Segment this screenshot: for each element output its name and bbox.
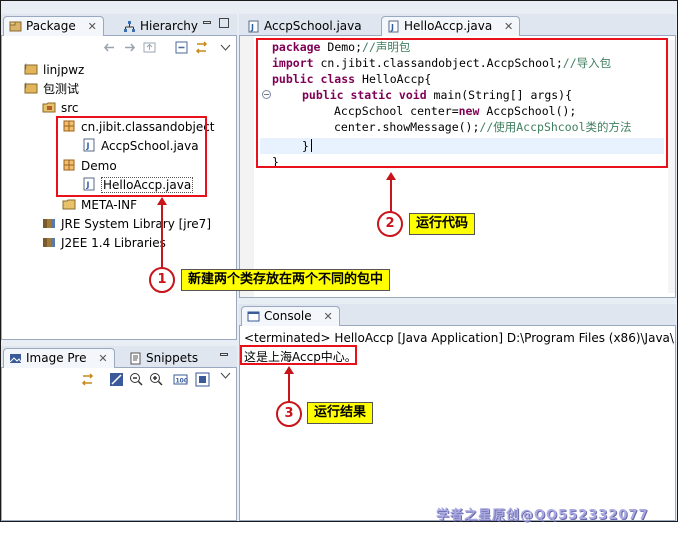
tree-item-j2ee-library[interactable]: J2EE 1.4 Libraries — [42, 235, 166, 252]
overview-ruler — [668, 40, 675, 293]
tab-label: Image Pre — [26, 351, 87, 365]
tab-label: AccpSchool.java — [264, 19, 362, 33]
tree-item-src[interactable]: src — [42, 100, 79, 117]
view-menu-icon[interactable] — [218, 368, 233, 383]
annotation-box-output — [240, 345, 357, 365]
folder-icon — [62, 199, 76, 210]
collapse-all-icon[interactable] — [174, 40, 189, 55]
tree-item-label: J2EE 1.4 Libraries — [61, 236, 166, 250]
svg-text:100: 100 — [176, 378, 189, 385]
callout-number-2: 2 — [377, 211, 403, 237]
package-explorer-icon — [9, 21, 22, 32]
link-with-editor-icon[interactable] — [80, 372, 95, 387]
editor-gutter — [240, 36, 254, 297]
zoom-out-icon[interactable] — [129, 372, 144, 387]
fit-window-icon[interactable] — [195, 372, 210, 387]
tree-item-label: JRE System Library [jre7] — [61, 217, 211, 231]
fit-image-icon[interactable] — [109, 372, 124, 387]
java-file-icon: J — [248, 20, 259, 33]
svg-text:J: J — [390, 23, 394, 32]
tab-label: Snippets — [146, 351, 199, 365]
tree-item-project-package-test[interactable]: J 包测试 — [24, 81, 79, 98]
annotation-line-1 — [161, 204, 163, 268]
up-icon[interactable] — [142, 40, 157, 55]
annotation-line-3 — [288, 373, 290, 402]
tab-helloaccp-java[interactable]: J HelloAccp.java ✕ — [381, 16, 521, 36]
editor-tabbar: J AccpSchool.java J HelloAccp.java ✕ — [239, 14, 676, 36]
console-tabbar: Console ✕ — [239, 304, 676, 326]
tab-label: Console — [264, 309, 312, 323]
tab-label: HelloAccp.java — [404, 19, 493, 33]
annotation-box-packages — [56, 116, 207, 197]
tab-hierarchy[interactable]: Hierarchy — [117, 16, 205, 36]
close-icon[interactable]: ✕ — [98, 352, 107, 365]
java-file-icon: J — [388, 20, 399, 33]
maximize-icon[interactable] — [219, 18, 229, 28]
package-explorer-toolbar — [102, 40, 232, 56]
hierarchy-icon — [124, 21, 135, 32]
library-icon — [43, 238, 55, 247]
close-icon[interactable]: ✕ — [88, 20, 97, 33]
callout-number-3: 3 — [276, 401, 302, 427]
forward-icon[interactable] — [122, 40, 137, 55]
close-icon[interactable]: ✕ — [323, 310, 332, 323]
minimize-icon[interactable] — [219, 350, 229, 360]
image-preview-panel: 100 — [1, 368, 237, 521]
tab-label: Hierarchy — [140, 19, 199, 33]
link-with-editor-icon[interactable] — [194, 40, 209, 55]
image-preview-icon — [9, 354, 22, 363]
back-icon[interactable] — [102, 40, 117, 55]
tree-item-label: 包测试 — [43, 82, 80, 96]
tab-snippets[interactable]: Snippets — [123, 348, 205, 368]
minimize-icon[interactable] — [202, 18, 212, 28]
view-menu-icon[interactable] — [218, 40, 233, 55]
zoom-in-icon[interactable] — [149, 372, 164, 387]
tree-item-jre-library[interactable]: JRE System Library [jre7] — [42, 216, 211, 233]
snippets-icon — [130, 352, 141, 365]
java-project-icon: J — [24, 82, 38, 94]
tree-item-project-linjpwz[interactable]: Jlinjpwz — [24, 62, 84, 79]
tree-item-label: src — [61, 101, 79, 115]
library-icon — [43, 219, 55, 228]
console-icon — [247, 311, 260, 322]
tab-image-preview[interactable]: Image Pre ✕ — [3, 348, 115, 368]
tree-item-meta-inf[interactable]: META-INF — [62, 197, 137, 214]
java-project-icon: J — [24, 63, 38, 75]
image-preview-tabbar: Image Pre ✕ Snippets — [1, 346, 237, 368]
tab-label: Package — [26, 19, 76, 33]
watermark: 学者之星原创@QQ552332077 — [436, 508, 649, 523]
svg-text:J: J — [250, 23, 254, 32]
callout-label-3: 运行结果 — [307, 402, 374, 424]
package-explorer-tabbar: Package ✕ Hierarchy — [1, 14, 237, 36]
actual-size-icon[interactable]: 100 — [173, 372, 188, 387]
svg-text:J: J — [24, 82, 27, 89]
annotation-box-code — [256, 38, 668, 168]
annotation-line-2 — [390, 179, 392, 212]
svg-text:J: J — [24, 63, 27, 70]
tree-item-label: META-INF — [81, 198, 138, 212]
tree-item-label: linjpwz — [43, 63, 85, 77]
tab-package-explorer[interactable]: Package ✕ — [3, 16, 104, 36]
console-status-line: <terminated> HelloAccp [Java Application… — [244, 331, 674, 345]
source-folder-icon — [42, 102, 56, 113]
callout-label-1: 新建两个类存放在两个不同的包中 — [181, 269, 391, 291]
close-icon[interactable]: ✕ — [504, 20, 513, 33]
tab-console[interactable]: Console ✕ — [241, 306, 340, 326]
callout-label-2: 运行代码 — [409, 213, 476, 235]
callout-number-1: 1 — [149, 267, 175, 293]
tab-accpschool-java[interactable]: J AccpSchool.java — [241, 16, 369, 36]
